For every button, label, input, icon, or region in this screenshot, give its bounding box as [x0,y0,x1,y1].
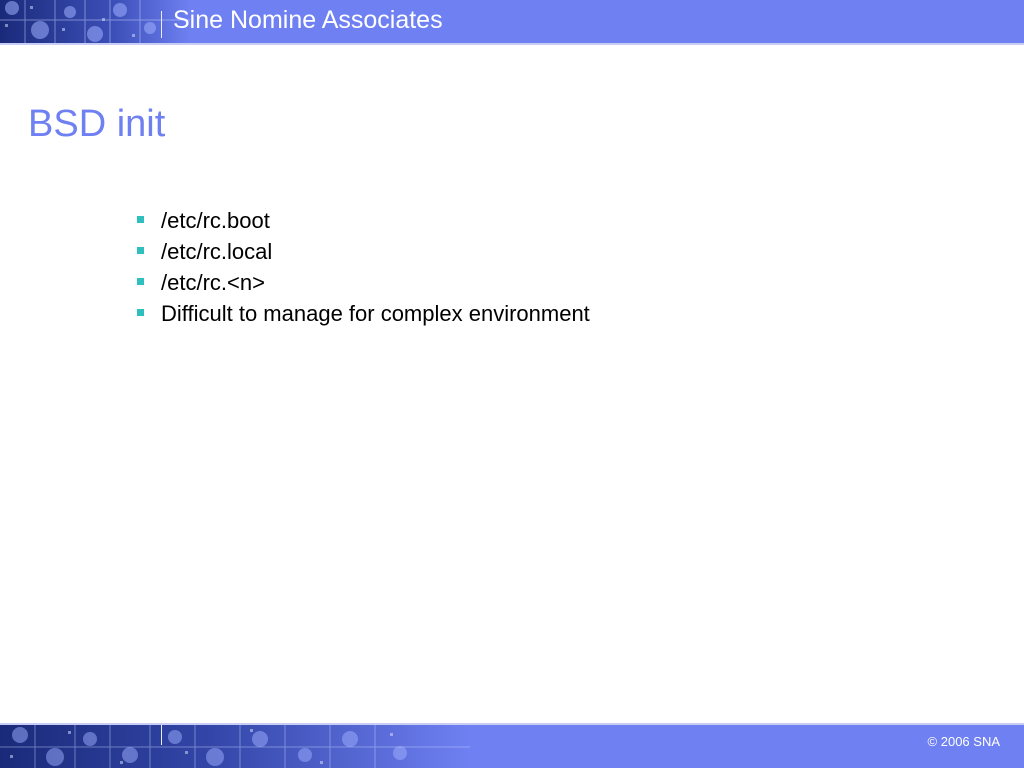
bullet-item: /etc/rc.local [136,236,590,267]
bullet-square-icon [137,216,144,223]
footer-decoration [0,725,470,768]
header-band: Sine Nomine Associates [0,0,1024,43]
bullet-item: Difficult to manage for complex environm… [136,298,590,329]
slide-title: BSD init [28,103,166,145]
slide: Sine Nomine Associates BSD init /etc/rc.… [0,0,1024,768]
bullet-text: /etc/rc.boot [161,208,270,233]
bullet-text: /etc/rc.local [161,239,273,264]
bullet-square-icon [137,309,144,316]
header-rule [0,43,1024,45]
footer-divider [161,725,162,745]
bullet-list: /etc/rc.boot /etc/rc.local /etc/rc.<n> D… [136,205,590,329]
company-name: Sine Nomine Associates [173,6,443,34]
copyright-text: © 2006 SNA [927,734,1000,749]
bullet-item: /etc/rc.boot [136,205,590,236]
header-divider [161,11,162,38]
bullet-item: /etc/rc.<n> [136,267,590,298]
footer-band: © 2006 SNA [0,725,1024,768]
bullet-square-icon [137,247,144,254]
bullet-square-icon [137,278,144,285]
bullet-text: /etc/rc.<n> [161,270,265,295]
bullet-text: Difficult to manage for complex environm… [161,301,590,326]
